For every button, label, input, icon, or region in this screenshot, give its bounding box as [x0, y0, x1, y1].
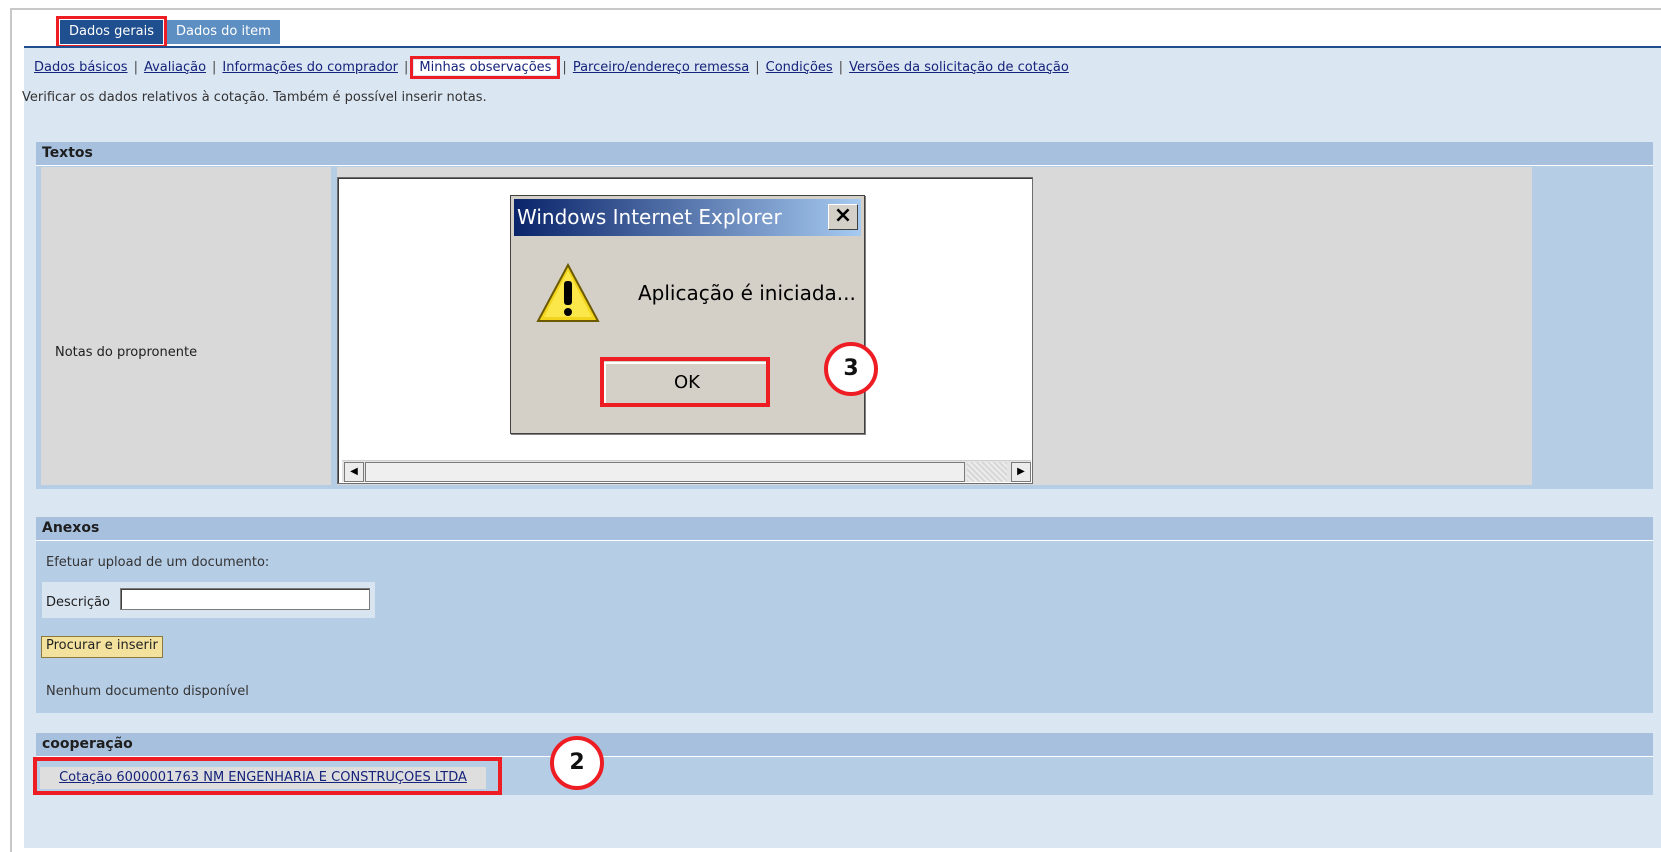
textos-title: Textos [36, 142, 1653, 166]
tab-dados-do-item[interactable]: Dados do item [167, 20, 280, 44]
subnav-condicoes[interactable]: Condições [766, 60, 833, 75]
subnav-separator: | [133, 59, 138, 75]
scrollbar-thumb[interactable] [365, 462, 965, 482]
callout-step-2: 2 [550, 736, 604, 790]
description-row: Descrição [42, 582, 375, 618]
subnav-separator: | [562, 59, 567, 75]
subnav-versoes[interactable]: Versões da solicitação de cotação [849, 60, 1069, 75]
subnav-informacoes-comprador[interactable]: Informações do comprador [222, 60, 398, 75]
description-input[interactable] [120, 588, 370, 610]
dialog-message: Aplicação é iniciada... [638, 281, 856, 305]
tab-strip: Dados gerais Dados do item [55, 16, 280, 48]
callout-step-3: 3 [824, 342, 878, 396]
scroll-right-icon[interactable]: ▶ [1011, 462, 1031, 482]
browse-insert-button[interactable]: Procurar e inserir [41, 636, 163, 658]
subnav-separator: | [404, 59, 409, 75]
scrollbar-track[interactable] [967, 462, 1007, 482]
cooperacao-title: cooperação [36, 733, 1653, 757]
quotation-link-highlight-box [33, 757, 502, 795]
warning-icon [536, 262, 600, 322]
dialog-title: Windows Internet Explorer [514, 199, 861, 236]
subnav-separator: | [212, 59, 217, 75]
description-label: Descrição [46, 595, 110, 610]
subnav-dados-basicos[interactable]: Dados básicos [34, 60, 128, 75]
upload-label: Efetuar upload de um documento: [46, 555, 270, 570]
anexos-title: Anexos [36, 517, 1653, 541]
scroll-left-icon[interactable]: ◀ [344, 462, 364, 482]
notes-label-cell: Notas do propronente [41, 167, 331, 485]
subnav-minhas-observacoes[interactable]: Minhas observações [410, 55, 561, 79]
subnav-avaliacao[interactable]: Avaliação [144, 60, 206, 75]
ok-highlight-box [600, 357, 770, 407]
tab-dados-gerais[interactable]: Dados gerais [55, 16, 168, 48]
horizontal-scrollbar[interactable]: ◀ ▶ [342, 460, 1031, 482]
close-icon[interactable]: × [828, 204, 858, 230]
sub-navigation: Dados básicos | Avaliação | Informações … [34, 55, 1069, 79]
no-documents-text: Nenhum documento disponível [46, 684, 249, 699]
notes-label: Notas do propronente [55, 345, 198, 360]
subnav-separator: | [755, 59, 760, 75]
subnav-separator: | [838, 59, 844, 75]
subnav-parceiro-endereco[interactable]: Parceiro/endereço remessa [573, 60, 749, 75]
anexos-group: Anexos Efetuar upload de um documento: D… [36, 517, 1653, 713]
page-description: Verificar os dados relativos à cotação. … [22, 90, 487, 105]
